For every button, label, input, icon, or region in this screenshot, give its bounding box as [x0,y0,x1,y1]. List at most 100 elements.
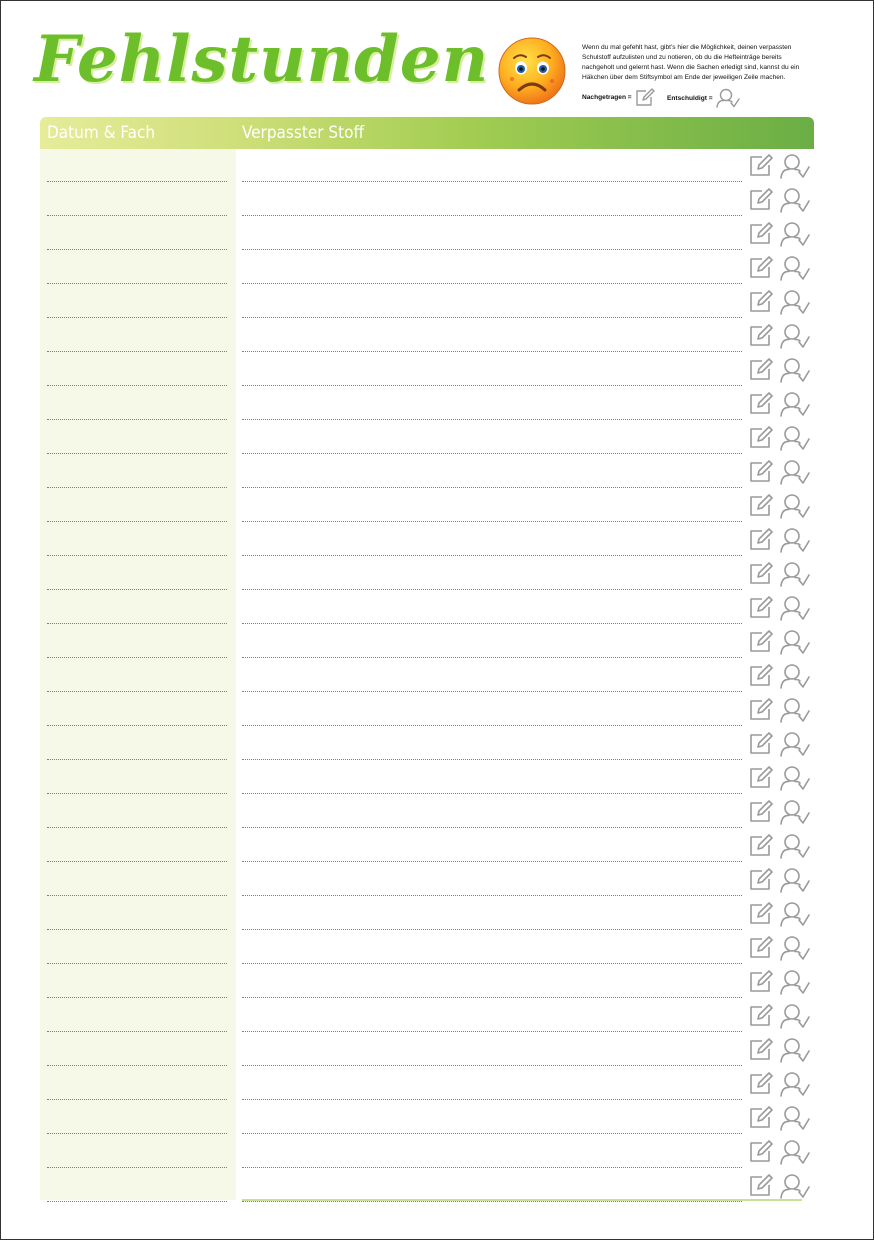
pencil-square-icon[interactable] [748,527,774,551]
pencil-square-icon[interactable] [748,187,774,211]
pencil-square-icon[interactable] [748,255,774,279]
pencil-square-icon[interactable] [748,221,774,245]
row-missed-content-line[interactable] [242,997,742,998]
pencil-square-icon[interactable] [748,561,774,585]
pencil-square-icon[interactable] [748,391,774,415]
row-date-subject-line[interactable] [47,521,227,522]
row-date-subject-line[interactable] [47,351,227,352]
row-date-subject-line[interactable] [47,793,227,794]
person-check-icon[interactable] [780,969,810,995]
person-check-icon[interactable] [780,765,810,791]
row-date-subject-line[interactable] [47,623,227,624]
person-check-icon[interactable] [780,833,810,859]
row-date-subject-line[interactable] [47,1099,227,1100]
row-date-subject-line[interactable] [47,385,227,386]
pencil-square-icon[interactable] [748,289,774,313]
row-date-subject-line[interactable] [47,827,227,828]
row-missed-content-line[interactable] [242,351,742,352]
row-missed-content-line[interactable] [242,929,742,930]
pencil-square-icon[interactable] [748,1173,774,1197]
pencil-square-icon[interactable] [748,833,774,857]
row-missed-content-line[interactable] [242,793,742,794]
person-check-icon[interactable] [780,731,810,757]
row-date-subject-line[interactable] [47,1167,227,1168]
row-missed-content-line[interactable] [242,1201,742,1202]
pencil-square-icon[interactable] [748,1071,774,1095]
pencil-square-icon[interactable] [748,799,774,823]
pencil-square-icon[interactable] [748,663,774,687]
row-missed-content-line[interactable] [242,1099,742,1100]
person-check-icon[interactable] [780,663,810,689]
pencil-square-icon[interactable] [748,867,774,891]
row-date-subject-line[interactable] [47,249,227,250]
row-date-subject-line[interactable] [47,691,227,692]
pencil-square-icon[interactable] [748,1003,774,1027]
row-date-subject-line[interactable] [47,181,227,182]
person-check-icon[interactable] [780,289,810,315]
person-check-icon[interactable] [780,153,810,179]
pencil-square-icon[interactable] [748,935,774,959]
row-missed-content-line[interactable] [242,1133,742,1134]
person-check-icon[interactable] [780,697,810,723]
row-date-subject-line[interactable] [47,997,227,998]
pencil-square-icon[interactable] [748,1037,774,1061]
row-missed-content-line[interactable] [242,181,742,182]
pencil-square-icon[interactable] [748,901,774,925]
row-date-subject-line[interactable] [47,1201,227,1202]
row-date-subject-line[interactable] [47,419,227,420]
pencil-square-icon[interactable] [748,1139,774,1163]
person-check-icon[interactable] [780,1071,810,1097]
row-date-subject-line[interactable] [47,895,227,896]
row-date-subject-line[interactable] [47,215,227,216]
row-missed-content-line[interactable] [242,453,742,454]
row-date-subject-line[interactable] [47,555,227,556]
person-check-icon[interactable] [780,867,810,893]
pencil-square-icon[interactable] [748,323,774,347]
pencil-square-icon[interactable] [748,425,774,449]
person-check-icon[interactable] [780,187,810,213]
row-missed-content-line[interactable] [242,283,742,284]
row-date-subject-line[interactable] [47,1065,227,1066]
row-date-subject-line[interactable] [47,1133,227,1134]
person-check-icon[interactable] [780,799,810,825]
row-missed-content-line[interactable] [242,691,742,692]
row-date-subject-line[interactable] [47,963,227,964]
pencil-square-icon[interactable] [748,969,774,993]
pencil-square-icon[interactable] [748,459,774,483]
person-check-icon[interactable] [780,629,810,655]
row-missed-content-line[interactable] [242,657,742,658]
row-missed-content-line[interactable] [242,895,742,896]
row-missed-content-line[interactable] [242,861,742,862]
row-missed-content-line[interactable] [242,317,742,318]
person-check-icon[interactable] [780,391,810,417]
row-missed-content-line[interactable] [242,1031,742,1032]
pencil-square-icon[interactable] [748,1105,774,1129]
row-date-subject-line[interactable] [47,725,227,726]
row-missed-content-line[interactable] [242,249,742,250]
row-date-subject-line[interactable] [47,759,227,760]
pencil-square-icon[interactable] [748,595,774,619]
row-missed-content-line[interactable] [242,385,742,386]
row-date-subject-line[interactable] [47,1031,227,1032]
person-check-icon[interactable] [780,527,810,553]
person-check-icon[interactable] [780,1037,810,1063]
person-check-icon[interactable] [780,221,810,247]
person-check-icon[interactable] [780,1173,810,1199]
person-check-icon[interactable] [780,493,810,519]
pencil-square-icon[interactable] [748,357,774,381]
pencil-square-icon[interactable] [748,493,774,517]
person-check-icon[interactable] [780,357,810,383]
row-date-subject-line[interactable] [47,283,227,284]
row-date-subject-line[interactable] [47,861,227,862]
row-date-subject-line[interactable] [47,453,227,454]
row-missed-content-line[interactable] [242,589,742,590]
person-check-icon[interactable] [780,425,810,451]
row-date-subject-line[interactable] [47,487,227,488]
row-missed-content-line[interactable] [242,1065,742,1066]
row-missed-content-line[interactable] [242,725,742,726]
person-check-icon[interactable] [780,935,810,961]
person-check-icon[interactable] [780,459,810,485]
pencil-square-icon[interactable] [748,765,774,789]
row-date-subject-line[interactable] [47,589,227,590]
row-date-subject-line[interactable] [47,657,227,658]
